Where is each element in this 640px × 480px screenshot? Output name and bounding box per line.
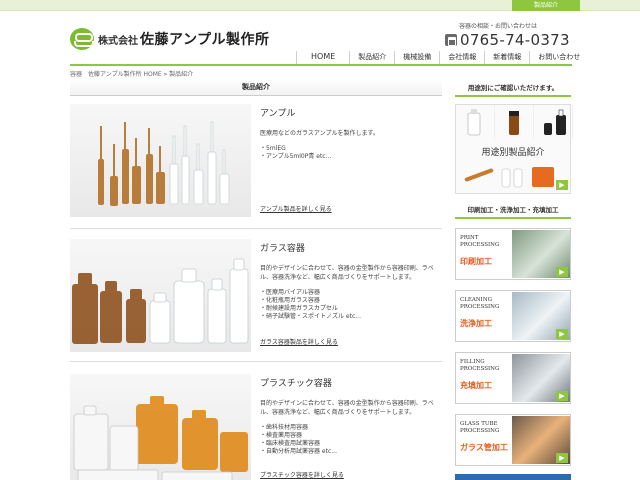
services-heading: 印刷加工・洗浄加工・充填加工 [455,204,571,219]
phone-number[interactable]: 0765-74-0373 [460,31,570,49]
main-nav: HOME 製品紹介 機械設備 会社情報 新着情報 お問い合わせ [296,51,588,65]
product-list: ・5mlEG ・アンプル5ml0P青 etc... [260,145,442,161]
service-glass-tube[interactable]: GLASS TUBE PROCESSING ガラス管加工 ▶ [455,414,571,466]
list-item: ・医療用バイアル容器 [260,289,320,296]
usage-heading: 用途別にご確認いただけます。 [455,82,571,97]
contact-block: 容器の相談・お問い合わせは 0765-74-0373 [445,21,575,49]
list-item: ・自動分析用試薬容器 etc... [260,448,337,455]
topbar-products-tab[interactable]: 製品紹介 [512,0,580,11]
service-en-label: CLEANING PROCESSING [460,297,500,310]
service-jp-label: ガラス管加工 [460,443,508,452]
page-title: 製品紹介 [70,78,442,96]
list-item: ・耐候建設用ガラスカプセル [260,305,338,312]
usage-products-illustration [464,167,554,188]
usage-banner[interactable]: 用途別製品紹介 ▶ [455,104,573,194]
breadcrumb[interactable]: 容器 佐藤アンプル製作所 HOME » 製品紹介 [70,69,193,78]
plastic-details-link[interactable]: プラスチック容器を詳しく見る [260,470,344,479]
glass-details-link[interactable]: ガラス容器製品を詳しく見る [260,337,338,346]
list-item: ・硝子試験管・スポイトノズル etc... [260,313,361,320]
ampoule-details: アンプル 医療用などのガラスアンプルを製作します。 ・5mlEG ・アンプル5m… [260,104,442,161]
product-ampoule: アンプル 医療用などのガラスアンプルを製作します。 ・5mlEG ・アンプル5m… [70,104,442,229]
product-list: ・歯科技材用容器 ・検査薬用容器 ・臨床検査用試薬容器 ・自動分析用試薬容器 e… [260,424,442,456]
phone-icon [445,34,457,46]
service-en-label: PRINT PROCESSING [460,235,500,248]
service-cleaning[interactable]: CLEANING PROCESSING 洗浄加工 ▶ [455,290,571,342]
usage-thumb [456,105,495,139]
service-jp-label: 充填加工 [460,381,492,390]
plastic-image [70,374,251,480]
product-title: アンプル [260,109,296,119]
product-description: 目的やデザインに合わせて、容器の金型製作から容器印刷、ラベル、容器洗浄など、幅広… [260,400,434,416]
logo-mark-icon [70,28,94,50]
service-en-label: GLASS TUBE PROCESSING [460,421,500,434]
nav-item-news[interactable]: 新着情報 [484,51,529,65]
service-arrow-icon: ▶ [556,391,568,401]
product-glass: ガラス容器 目的やデザインに合わせて、容器の金型製作から容器印刷、ラベル、容器洗… [70,239,442,362]
service-en-label: FILLING PROCESSING [460,359,500,372]
list-item: ・臨床検査用試薬容器 [260,440,321,447]
list-item: ・検査薬用容器 [260,432,303,439]
product-description: 目的やデザインに合わせて、容器の金型製作から容器印刷、ラベル、容器洗浄など、幅広… [260,265,434,281]
sidebar-bottom-banner[interactable] [455,474,571,480]
product-list: ・医療用バイアル容器 ・化粧瓶用ガラス容器 ・耐候建設用ガラスカプセル ・硝子試… [260,289,442,321]
usage-thumb [495,105,534,139]
service-jp-label: 洗浄加工 [460,319,492,328]
divider [70,228,442,229]
glass-details: ガラス容器 目的やデザインに合わせて、容器の金型製作から容器印刷、ラベル、容器洗… [260,239,442,321]
plastic-details: プラスチック容器 目的やデザインに合わせて、容器の金型製作から容器印刷、ラベル、… [260,374,442,456]
usage-thumb [534,105,573,139]
nav-item-company[interactable]: 会社情報 [439,51,484,65]
list-item: ・化粧瓶用ガラス容器 [260,297,320,304]
usage-arrow-icon: ▶ [556,180,568,190]
product-plastic: プラスチック容器 目的やデザインに合わせて、容器の金型製作から容器印刷、ラベル、… [70,374,442,480]
usage-thumbnails [456,105,573,139]
nav-underline [70,64,572,66]
list-item: ・歯科技材用容器 [260,424,309,431]
service-filling[interactable]: FILLING PROCESSING 充填加工 ▶ [455,352,571,404]
company-logo[interactable]: 株式会社 佐藤アンプル製作所 [70,26,270,52]
contact-label: 容器の相談・お問い合わせは [459,23,538,30]
ampoule-image [70,104,251,217]
nav-item-products[interactable]: 製品紹介 [349,51,394,65]
usage-title: 用途別製品紹介 [481,148,545,158]
company-name: 佐藤アンプル製作所 [140,32,270,48]
nav-item-equipment[interactable]: 機械設備 [394,51,439,65]
product-title: プラスチック容器 [260,379,332,389]
list-item: ・5mlEG [260,145,286,152]
company-prefix: 株式会社 [98,35,138,47]
list-item: ・アンプル5ml0P青 etc... [260,153,332,160]
top-bar: 製品紹介 [0,0,640,11]
service-arrow-icon: ▶ [556,453,568,463]
glass-image [70,239,251,352]
product-title: ガラス容器 [260,244,305,254]
contact-phone[interactable]: 0765-74-0373 [445,31,575,49]
nav-item-home[interactable]: HOME [296,51,349,65]
service-jp-label: 印刷加工 [460,257,492,266]
product-description: 医療用などのガラスアンプルを製作します。 [260,130,379,137]
nav-item-contact[interactable]: お問い合わせ [529,51,588,65]
service-arrow-icon: ▶ [556,267,568,277]
divider [70,361,442,362]
service-arrow-icon: ▶ [556,329,568,339]
ampoule-details-link[interactable]: アンプル製品を詳しく見る [260,204,332,213]
service-print[interactable]: PRINT PROCESSING 印刷加工 ▶ [455,228,571,280]
